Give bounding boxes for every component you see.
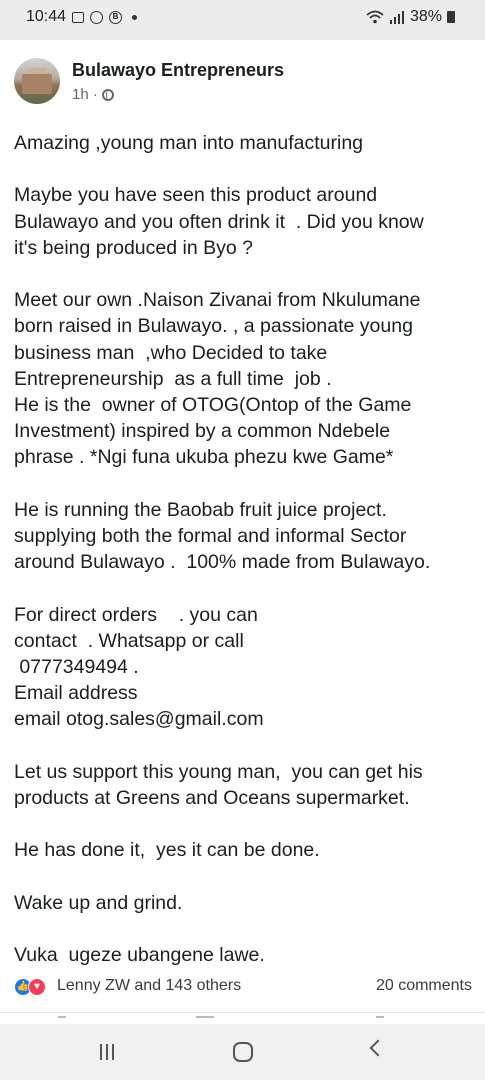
post-header: Bulawayo Entrepreneurs 1h · [14,56,474,106]
post-body: Amazing ,young man into manufacturing Ma… [14,132,431,967]
android-nav-bar [0,1024,485,1080]
post-time: 1h · [72,86,98,103]
battery-icon [447,11,455,23]
share-action-icon[interactable] [376,1016,384,1022]
battery-percent: 38% [409,8,442,25]
page-avatar[interactable] [14,58,60,104]
dot-icon [132,14,138,20]
reactions-bar[interactable]: 👍 ♥ Lenny ZW and 143 others 20 comments [14,976,472,998]
signal-icon [389,11,404,24]
recent-apps-button[interactable] [100,1044,114,1060]
gallery-icon [72,11,85,23]
status-left: 10:44 B [26,8,138,26]
b-icon: B [109,10,123,24]
back-button[interactable] [369,1039,387,1057]
wifi-icon [366,10,384,24]
action-row [0,1016,485,1024]
like-action-icon[interactable] [58,1016,66,1022]
comment-action-icon[interactable] [196,1016,214,1022]
page-name[interactable]: Bulawayo Entrepreneurs [72,60,284,81]
globe-icon [101,88,114,101]
whatsapp-icon [90,10,104,24]
home-button[interactable] [233,1042,253,1062]
love-icon: ♥ [28,978,46,996]
divider [0,1012,485,1013]
reaction-icons[interactable]: 👍 ♥ [14,978,54,996]
status-bar: 10:44 B 38% [0,0,485,40]
status-right: 38% [366,8,455,26]
clock: 10:44 [26,8,67,25]
reaction-summary[interactable]: Lenny ZW and 143 others [57,977,241,995]
comments-count[interactable]: 20 comments [376,977,472,995]
post-meta: 1h · [72,86,114,103]
